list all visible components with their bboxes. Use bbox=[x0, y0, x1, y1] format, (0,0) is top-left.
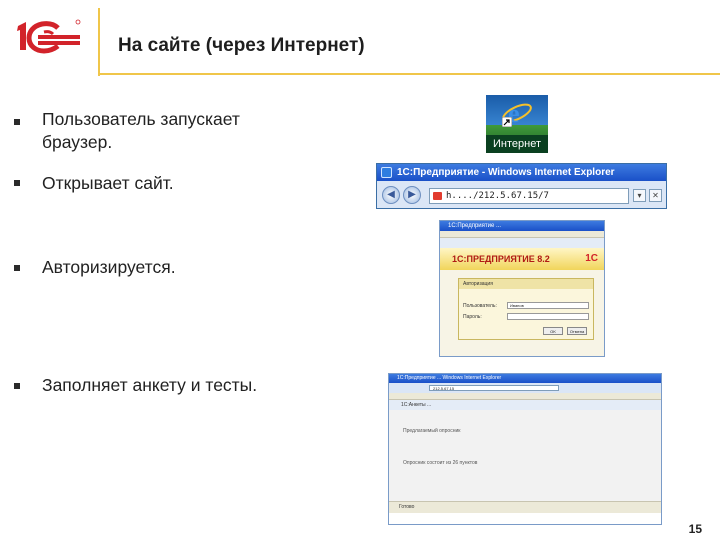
login-window-titlebar: 1С:Предприятие ... bbox=[440, 221, 604, 231]
address-text: h..../212.5.67.15/7 bbox=[446, 191, 549, 201]
back-arrow-icon[interactable]: ◀ bbox=[382, 186, 400, 204]
questionnaire-paragraph: Опросник состоит из 26 пунктов bbox=[403, 460, 478, 466]
page-number: 15 bbox=[688, 522, 702, 536]
address-bar[interactable]: h..../212.5.67.15/7 bbox=[429, 188, 629, 204]
login-window-screenshot: 1С:Предприятие ... 1С:ПРЕДПРИЯТИЕ 8.2 1С… bbox=[439, 220, 605, 357]
questionnaire-address-row: 212.5.67.15 bbox=[389, 383, 661, 393]
ie-small-icon bbox=[381, 167, 392, 178]
slide-title: На сайте (через Интернет) bbox=[118, 35, 365, 56]
brand-bar: 1С:ПРЕДПРИЯТИЕ 8.2 1С bbox=[440, 248, 604, 270]
bullet-marker bbox=[14, 383, 20, 389]
bullet-launch-browser: Пользователь запускает браузер. bbox=[42, 108, 240, 154]
auth-dialog-title: Авторизация bbox=[459, 279, 593, 289]
questionnaire-paragraph: Предлагаемый опросник bbox=[403, 428, 461, 434]
menu-bar bbox=[389, 393, 661, 400]
bullet-fill-forms: Заполняет анкету и тесты. bbox=[42, 375, 258, 395]
brand-logo: 1С bbox=[585, 253, 598, 264]
password-label: Пароль: bbox=[463, 314, 482, 320]
bullet-line: Пользователь запускает bbox=[42, 109, 240, 129]
dropdown-icon[interactable]: ▾ bbox=[633, 189, 646, 202]
questionnaire-content: Предлагаемый опросник Опросник состоит и… bbox=[389, 410, 661, 513]
questionnaire-address[interactable]: 212.5.67.15 bbox=[429, 385, 559, 391]
bullet-marker bbox=[14, 265, 20, 271]
page-icon bbox=[433, 192, 442, 200]
auth-dialog: Авторизация Пользователь: Иванов Пароль:… bbox=[458, 278, 594, 340]
bullet-marker bbox=[14, 119, 20, 125]
questionnaire-tab[interactable]: 1С:Анкеты ... bbox=[389, 400, 661, 410]
bullet-authorize: Авторизируется. bbox=[42, 257, 176, 277]
browser-navbar: ◀ ▶ h..../212.5.67.15/7 ▾ ✕ bbox=[377, 181, 666, 208]
shortcut-arrow-icon bbox=[502, 117, 512, 127]
desktop-icon-label: Интернет bbox=[486, 135, 548, 153]
tab-bar bbox=[440, 238, 604, 248]
forward-arrow-icon[interactable]: ▶ bbox=[403, 186, 421, 204]
status-bar: Готово bbox=[389, 501, 661, 513]
browser-window-screenshot: 1С:Предприятие - Windows Internet Explor… bbox=[376, 163, 667, 209]
header-divider bbox=[98, 8, 100, 76]
user-label: Пользователь: bbox=[463, 303, 497, 309]
questionnaire-titlebar: 1С:Предприятие ... Windows Internet Expl… bbox=[389, 374, 661, 383]
header-rule bbox=[100, 73, 720, 75]
ok-button[interactable]: OK bbox=[543, 327, 563, 335]
user-field[interactable]: Иванов bbox=[507, 302, 589, 309]
bullet-open-site: Открывает сайт. bbox=[42, 173, 174, 193]
login-body: Авторизация Пользователь: Иванов Пароль:… bbox=[440, 270, 604, 356]
bullet-line: браузер. bbox=[42, 132, 113, 152]
company-logo bbox=[14, 16, 84, 56]
cancel-button[interactable]: Отмена bbox=[567, 327, 587, 335]
brand-title: 1С:ПРЕДПРИЯТИЕ 8.2 bbox=[452, 254, 550, 264]
1c-logo-icon bbox=[17, 19, 81, 54]
close-icon[interactable]: ✕ bbox=[649, 189, 662, 202]
menu-bar bbox=[440, 231, 604, 238]
browser-title: 1С:Предприятие - Windows Internet Explor… bbox=[397, 167, 615, 178]
password-field[interactable] bbox=[507, 313, 589, 320]
questionnaire-window-screenshot: 1С:Предприятие ... Windows Internet Expl… bbox=[388, 373, 662, 525]
browser-titlebar: 1С:Предприятие - Windows Internet Explor… bbox=[377, 164, 666, 181]
bullet-marker bbox=[14, 180, 20, 186]
